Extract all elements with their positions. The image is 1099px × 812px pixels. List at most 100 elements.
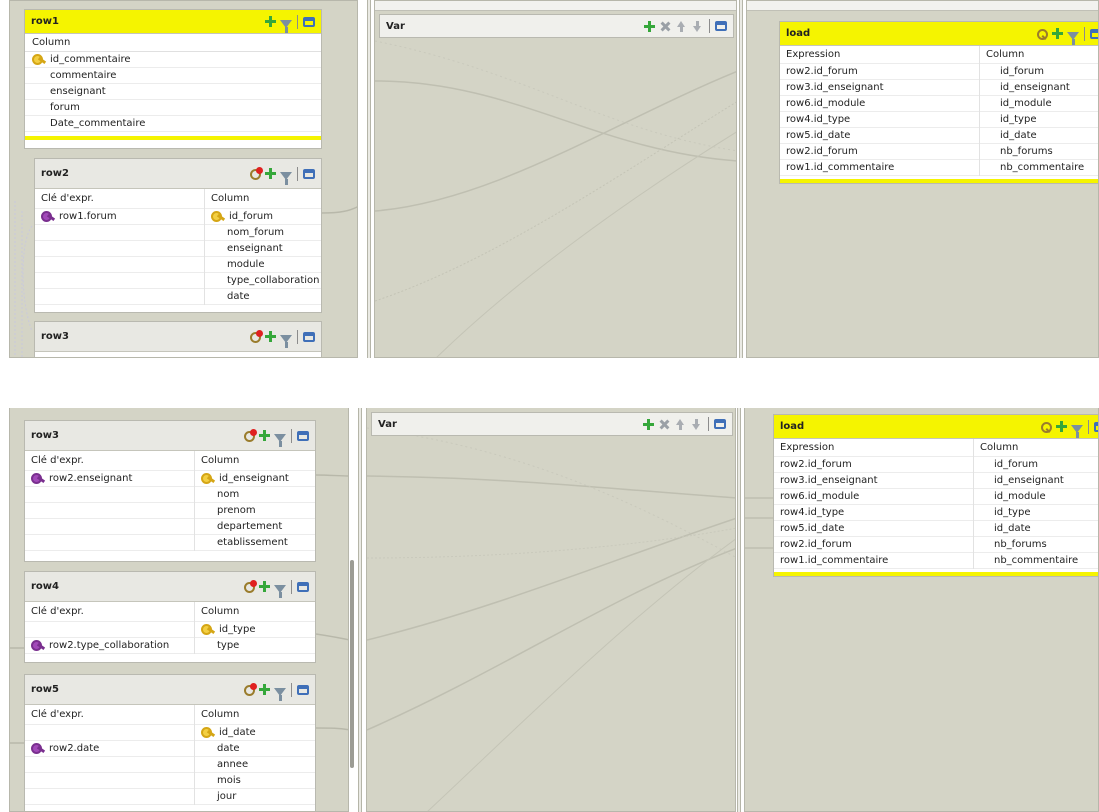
expression-cell[interactable]: row2.id_forum (780, 144, 979, 160)
empty-cell[interactable] (25, 519, 194, 535)
minimize-window-icon[interactable] (714, 419, 726, 429)
move-down-icon[interactable] (691, 20, 704, 33)
expression-cell[interactable]: row6.id_module (774, 489, 973, 505)
output-column-cell[interactable]: id_date (980, 128, 1098, 144)
output-column-cell[interactable]: nb_commentaire (974, 553, 1098, 569)
table-row[interactable]: nom (195, 487, 315, 503)
expression-cell[interactable]: row4.id_type (774, 505, 973, 521)
table-row[interactable]: date (205, 289, 321, 305)
expression-error-icon[interactable] (242, 580, 255, 593)
output-column-cell[interactable]: id_enseignant (980, 80, 1098, 96)
minimize-window-icon[interactable] (303, 331, 315, 342)
pane-splitter[interactable] (358, 408, 362, 812)
output-column-cell[interactable]: id_module (974, 489, 1098, 505)
expr-key-cell[interactable]: row2.type_collaboration (25, 638, 194, 654)
minimize-window-icon[interactable] (297, 684, 309, 695)
filter-icon[interactable] (274, 584, 286, 598)
output-column-cell[interactable]: id_forum (980, 64, 1098, 80)
table-row[interactable]: id_commentaire (25, 52, 321, 68)
output-column-cell[interactable]: id_forum (974, 457, 1098, 473)
move-up-icon[interactable] (674, 418, 687, 431)
move-up-icon[interactable] (675, 20, 688, 33)
filter-icon[interactable] (280, 171, 292, 185)
table-row[interactable]: etablissement (195, 535, 315, 551)
expression-cell[interactable]: row3.id_enseignant (774, 473, 973, 489)
pane-splitter[interactable] (737, 408, 741, 812)
table-row[interactable]: mois (195, 773, 315, 789)
empty-cell[interactable] (25, 503, 194, 519)
expression-cell[interactable]: row1.id_commentaire (774, 553, 973, 569)
table-row[interactable]: id_enseignant (195, 471, 315, 487)
add-column-icon[interactable] (258, 429, 271, 442)
empty-cell[interactable] (25, 725, 194, 741)
empty-cell[interactable] (35, 225, 204, 241)
empty-cell[interactable] (35, 289, 204, 305)
add-variable-icon[interactable] (642, 418, 655, 431)
pane-splitter[interactable] (739, 0, 743, 358)
empty-cell[interactable] (25, 757, 194, 773)
empty-cell[interactable] (25, 535, 194, 551)
add-column-icon[interactable] (1055, 420, 1068, 433)
expression-cell[interactable]: row1.id_commentaire (780, 160, 979, 176)
table-row[interactable]: id_type (195, 622, 315, 638)
expression-cell[interactable]: row6.id_module (780, 96, 979, 112)
expression-cell[interactable]: row2.id_forum (780, 64, 979, 80)
output-column-cell[interactable]: id_type (980, 112, 1098, 128)
table-row[interactable]: id_forum (205, 209, 321, 225)
expression-error-icon[interactable] (248, 167, 261, 180)
pane-splitter[interactable] (367, 0, 371, 358)
minimize-window-icon[interactable] (1094, 421, 1098, 432)
input-scrollbar[interactable] (350, 560, 354, 768)
add-column-icon[interactable] (264, 330, 277, 343)
filter-icon[interactable] (280, 19, 292, 33)
expression-cell[interactable]: row2.id_forum (774, 457, 973, 473)
output-column-cell[interactable]: nb_forums (974, 537, 1098, 553)
add-column-icon[interactable] (258, 580, 271, 593)
expression-error-icon[interactable] (242, 683, 255, 696)
expression-error-icon[interactable] (248, 330, 261, 343)
expression-error-icon[interactable] (242, 429, 255, 442)
add-column-icon[interactable] (264, 15, 277, 28)
filter-icon[interactable] (280, 334, 292, 348)
filter-icon[interactable] (1071, 424, 1083, 438)
table-row[interactable]: Date_commentaire (25, 116, 321, 132)
minimize-window-icon[interactable] (303, 16, 315, 27)
filter-icon[interactable] (1067, 31, 1079, 45)
expression-builder-icon[interactable] (1035, 27, 1048, 40)
table-row[interactable]: jour (195, 789, 315, 805)
expr-key-cell[interactable]: row1.forum (35, 209, 204, 225)
table-row[interactable]: type (195, 638, 315, 654)
table-row[interactable]: module (205, 257, 321, 273)
table-row[interactable]: type_collaboration (205, 273, 321, 289)
table-row[interactable]: commentaire (25, 68, 321, 84)
add-column-icon[interactable] (264, 167, 277, 180)
empty-cell[interactable] (25, 622, 194, 638)
table-row[interactable]: prenom (195, 503, 315, 519)
empty-cell[interactable] (35, 241, 204, 257)
table-row[interactable]: enseignant (205, 241, 321, 257)
minimize-window-icon[interactable] (1090, 28, 1098, 39)
table-row[interactable]: id_date (195, 725, 315, 741)
table-row[interactable]: annee (195, 757, 315, 773)
table-row[interactable]: forum (25, 100, 321, 116)
empty-cell[interactable] (25, 789, 194, 805)
remove-variable-icon[interactable] (658, 418, 671, 431)
expression-cell[interactable]: row3.id_enseignant (780, 80, 979, 96)
expression-cell[interactable]: row2.id_forum (774, 537, 973, 553)
empty-cell[interactable] (35, 273, 204, 289)
table-row[interactable]: date (195, 741, 315, 757)
output-column-cell[interactable]: id_enseignant (974, 473, 1098, 489)
add-variable-icon[interactable] (643, 20, 656, 33)
output-column-cell[interactable]: nb_commentaire (980, 160, 1098, 176)
table-row[interactable]: nom_forum (205, 225, 321, 241)
filter-icon[interactable] (274, 433, 286, 447)
table-row[interactable]: enseignant (25, 84, 321, 100)
expression-cell[interactable]: row5.id_date (774, 521, 973, 537)
minimize-window-icon[interactable] (297, 430, 309, 441)
output-column-cell[interactable]: id_date (974, 521, 1098, 537)
expression-cell[interactable]: row5.id_date (780, 128, 979, 144)
filter-icon[interactable] (274, 687, 286, 701)
minimize-window-icon[interactable] (297, 581, 309, 592)
expression-cell[interactable]: row4.id_type (780, 112, 979, 128)
expr-key-cell[interactable]: row2.enseignant (25, 471, 194, 487)
